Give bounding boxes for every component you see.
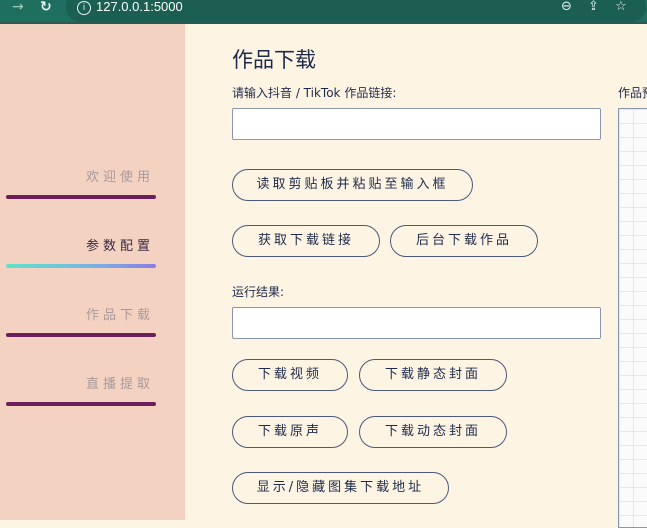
read-clipboard-button[interactable]: 读取剪贴板并粘贴至输入框 bbox=[232, 169, 473, 201]
back-arrow-icon[interactable]: → bbox=[12, 0, 24, 18]
sidebar-item-label: 作品下载 bbox=[85, 308, 154, 323]
nav-underline bbox=[6, 333, 156, 337]
link-input[interactable] bbox=[232, 108, 601, 140]
preview-panel bbox=[618, 108, 647, 528]
zoom-icon[interactable]: ⊖ bbox=[561, 0, 572, 14]
nav-underline-active bbox=[6, 264, 156, 268]
star-icon[interactable]: ☆ bbox=[615, 0, 627, 14]
page-title: 作品下载 bbox=[232, 48, 316, 72]
sidebar-item-label: 直播提取 bbox=[85, 377, 154, 392]
nav-underline bbox=[6, 195, 156, 199]
download-static-cover-button[interactable]: 下载静态封面 bbox=[359, 359, 507, 391]
info-icon[interactable]: i bbox=[77, 1, 91, 15]
download-dynamic-cover-button[interactable]: 下载动态封面 bbox=[359, 416, 507, 448]
preview-label: 作品预览 bbox=[618, 86, 647, 100]
browser-toolbar: → ↻ i 127.0.0.1:5000 ⊖ ⇪ ☆ bbox=[0, 0, 647, 22]
download-audio-button[interactable]: 下载原声 bbox=[232, 416, 348, 448]
nav-underline bbox=[6, 402, 156, 406]
sidebar-item-label: 参数配置 bbox=[85, 239, 154, 254]
background-download-button[interactable]: 后台下载作品 bbox=[390, 225, 538, 257]
toggle-gallery-links-button[interactable]: 显示/隐藏图集下载地址 bbox=[232, 472, 449, 504]
download-video-button[interactable]: 下载视频 bbox=[232, 359, 348, 391]
link-input-label: 请输入抖音 / TikTok 作品链接: bbox=[232, 86, 397, 100]
result-label: 运行结果: bbox=[232, 285, 285, 299]
result-field[interactable] bbox=[232, 307, 601, 339]
get-download-link-button[interactable]: 获取下载链接 bbox=[232, 225, 380, 257]
url-text[interactable]: 127.0.0.1:5000 bbox=[96, 0, 183, 14]
share-icon[interactable]: ⇪ bbox=[588, 0, 599, 14]
reload-icon[interactable]: ↻ bbox=[40, 0, 52, 18]
main-content: 作品下载 请输入抖音 / TikTok 作品链接: 读取剪贴板并粘贴至输入框 获… bbox=[185, 24, 647, 528]
sidebar: 欢迎使用 参数配置 作品下载 直播提取 bbox=[0, 24, 185, 520]
sidebar-item-label: 欢迎使用 bbox=[85, 170, 154, 185]
